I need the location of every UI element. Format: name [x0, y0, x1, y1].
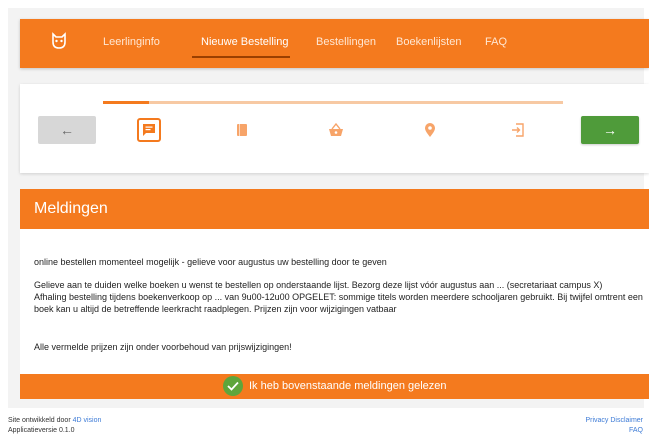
notification-message: online bestellen momenteel mogelijk - ge… [34, 257, 387, 267]
nav-nieuwe-bestelling[interactable]: Nieuwe Bestelling [201, 36, 288, 48]
active-tab-indicator [192, 56, 290, 58]
footer-credits: Site ontwikkeld door 4D vision Applicati… [8, 416, 101, 436]
step-basket[interactable] [324, 118, 348, 142]
nav-bestellingen[interactable]: Bestellingen [316, 36, 376, 48]
step-messages[interactable] [137, 118, 161, 142]
notification-message: Afhaling bestelling tijdens boekenverkoo… [34, 292, 643, 314]
step-login[interactable] [506, 118, 530, 142]
owl-logo-icon[interactable] [50, 32, 68, 50]
check-icon [227, 381, 239, 391]
confirm-checkbox[interactable] [223, 376, 243, 396]
arrow-left-icon: ← [60, 122, 74, 138]
location-pin-icon [425, 122, 435, 137]
next-button[interactable]: → [581, 116, 639, 144]
book-icon [237, 124, 247, 136]
order-stepper: ← → [20, 84, 649, 173]
step-books[interactable] [230, 118, 254, 142]
progress-track [103, 101, 563, 104]
developer-link[interactable]: 4D vision [73, 417, 102, 424]
progress-fill [103, 101, 149, 104]
footer-faq-link[interactable]: FAQ [585, 426, 643, 436]
back-button[interactable]: ← [38, 116, 96, 144]
message-icon [143, 124, 155, 136]
notification-message: Gelieve aan te duiden welke boeken u wen… [34, 280, 603, 290]
basket-icon [329, 123, 343, 136]
login-icon [512, 123, 524, 137]
top-navbar: Leerlinginfo Nieuwe Bestelling Bestellin… [20, 19, 649, 68]
nav-boekenlijsten[interactable]: Boekenlijsten [396, 36, 461, 48]
confirm-read-bar[interactable]: Ik heb bovenstaande meldingen gelezen [20, 374, 649, 399]
nav-faq[interactable]: FAQ [485, 36, 507, 48]
confirm-label[interactable]: Ik heb bovenstaande meldingen gelezen [249, 380, 447, 392]
notifications-title: Meldingen [34, 200, 108, 217]
step-location[interactable] [418, 118, 442, 142]
privacy-disclaimer-link[interactable]: Privacy Disclaimer [585, 416, 643, 426]
notification-message: Alle vermelde prijzen zijn onder voorbeh… [34, 342, 292, 352]
nav-leerlinginfo[interactable]: Leerlinginfo [103, 36, 160, 48]
app-version: Applicatieversie 0.1.0 [8, 427, 75, 434]
notifications-body: online bestellen momenteel mogelijk - ge… [20, 229, 649, 374]
footer-links: Privacy Disclaimer FAQ [585, 416, 643, 436]
developed-by-text: Site ontwikkeld door [8, 417, 71, 424]
arrow-right-icon: → [603, 122, 617, 138]
notifications-header: Meldingen [20, 189, 649, 229]
